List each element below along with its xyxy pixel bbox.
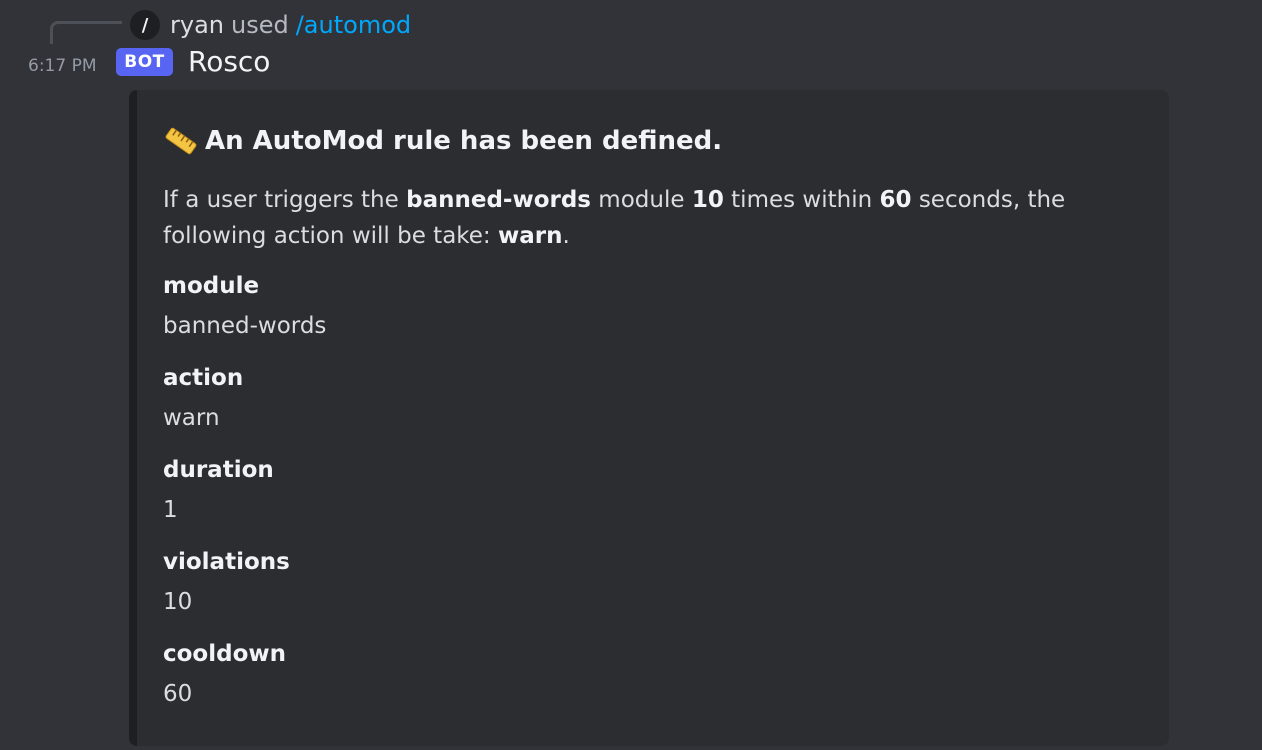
field-name-module: module — [163, 273, 260, 299]
ruler-icon — [163, 124, 199, 158]
desc-text: module — [591, 187, 692, 213]
embed-title-text: An AutoMod rule has been defined. — [205, 126, 723, 156]
field-name-duration: duration — [163, 457, 274, 483]
desc-seconds: 60 — [879, 187, 912, 213]
field-value-action: warn — [163, 405, 220, 431]
desc-action: warn — [498, 223, 563, 249]
embed-description: If a user triggers the banned-words modu… — [163, 182, 1123, 254]
field-name-violations: violations — [163, 549, 290, 575]
field-value-module: banned-words — [163, 313, 327, 339]
field-value-cooldown: 60 — [163, 681, 193, 707]
bot-badge: BOT — [116, 48, 173, 76]
rule-embed: An AutoMod rule has been defined. If a u… — [129, 90, 1169, 746]
desc-violations: 10 — [691, 187, 724, 213]
chat-message: / ryan used /automod 6:17 PM BOT Rosco A… — [0, 0, 1262, 750]
command-reply-line[interactable]: / ryan used /automod — [130, 8, 411, 42]
field-name-cooldown: cooldown — [163, 641, 287, 667]
command-name-link[interactable]: /automod — [296, 11, 411, 39]
reply-username[interactable]: ryan — [170, 11, 224, 39]
desc-text: . — [562, 223, 570, 249]
desc-text: If a user triggers the — [163, 187, 407, 213]
message-timestamp[interactable]: 6:17 PM — [28, 56, 97, 76]
slash-command-icon: / — [130, 10, 160, 40]
embed-title: An AutoMod rule has been defined. — [163, 124, 722, 158]
desc-text: times within — [723, 187, 880, 213]
reply-connector — [50, 21, 122, 44]
desc-module: banned-words — [406, 187, 591, 213]
field-value-duration: 1 — [163, 497, 178, 523]
reply-used-text: used — [231, 11, 289, 39]
author-name[interactable]: Rosco — [188, 45, 270, 78]
field-name-action: action — [163, 365, 244, 391]
field-value-violations: 10 — [163, 589, 193, 615]
